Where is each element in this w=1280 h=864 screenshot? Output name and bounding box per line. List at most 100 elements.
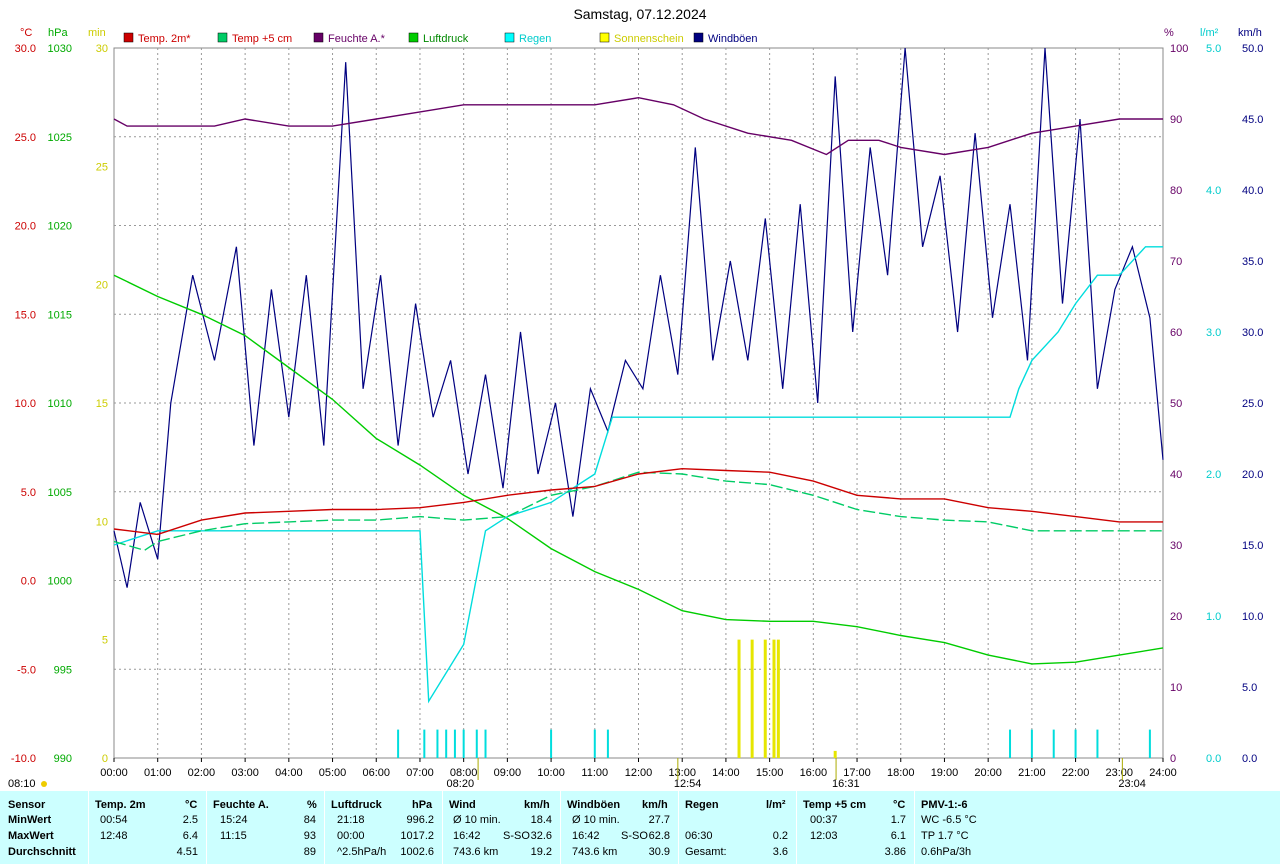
- stats-max-temp-t: 12:48: [100, 830, 128, 842]
- stats-avg-rain-t: Gesamt:: [685, 846, 727, 858]
- stats-header-temp-unit: °C: [185, 799, 198, 811]
- stats-max-hum-v: 93: [303, 830, 316, 842]
- temp-tick: 15.0: [15, 309, 36, 321]
- stats-min-wind-t: Ø 10 min.: [453, 814, 501, 826]
- rain-tick: 1.0: [1206, 611, 1221, 623]
- legend-swatch: [217, 32, 228, 43]
- x-tick-label: 03:00: [231, 767, 259, 779]
- pressure-tick: 990: [54, 753, 72, 765]
- legend-swatch: [693, 32, 704, 43]
- temp-tick: 10.0: [15, 398, 36, 410]
- stats-max-pmv: TP 1.7 °C: [921, 830, 969, 842]
- stats-min-gust-v: 27.7: [648, 814, 670, 826]
- x-tick-label: 11:00: [581, 767, 608, 779]
- legend-label: Feuchte A.*: [328, 33, 386, 45]
- humidity-tick: 10: [1170, 682, 1182, 694]
- stats-header-press-unit: hPa: [412, 799, 433, 811]
- pressure-tick: 1010: [48, 398, 72, 410]
- wind-tick: 35.0: [1242, 256, 1263, 268]
- temp-tick: 20.0: [15, 221, 36, 233]
- stats-min-t5-t: 00:37: [810, 814, 838, 826]
- stats-min-temp-v: 2.5: [182, 814, 198, 826]
- legend-swatch: [123, 32, 134, 43]
- stats-avg-wind-t: 743.6 km: [453, 846, 499, 858]
- stats-min-pmv: WC -6.5 °C: [921, 814, 977, 826]
- stats-header-wind-unit: km/h: [524, 799, 550, 811]
- stats-row-label: MinWert: [8, 814, 52, 826]
- rain-tick: 5.0: [1206, 43, 1221, 55]
- legend-label: Sonnenschein: [614, 33, 684, 45]
- stats-header-t5: Temp +5 cm: [803, 799, 867, 811]
- temp-tick: 0.0: [21, 576, 36, 588]
- stats-max-gust-v: 62.8: [648, 830, 670, 842]
- sunshine-tick: 0: [102, 753, 108, 765]
- legend-label: Temp. 2m*: [138, 33, 191, 45]
- stats-max-press-t: 00:00: [337, 830, 365, 842]
- temp-unit: °C: [20, 27, 32, 39]
- stats-avg-gust-t: 743.6 km: [572, 846, 618, 858]
- stats-min-gust-t: Ø 10 min.: [572, 814, 620, 826]
- humidity-tick: 60: [1170, 327, 1182, 339]
- legend-swatch: [504, 32, 515, 43]
- stats-max-t5-t: 12:03: [810, 830, 838, 842]
- sun-marker-label: 08:10: [8, 778, 36, 790]
- stats-header-rain-unit: l/m²: [766, 799, 786, 811]
- legend-label: Temp +5 cm: [232, 33, 292, 45]
- legend-label: Regen: [519, 33, 551, 45]
- sun-marker-label: 08:20: [447, 778, 475, 790]
- stats-avg-gust-v: 30.9: [648, 846, 670, 858]
- stats-avg-hum-v: 89: [303, 846, 316, 858]
- stats-avg-t5-v: 3.86: [884, 846, 906, 858]
- humidity-tick: 30: [1170, 540, 1182, 552]
- stats-row-label: MaxWert: [8, 830, 54, 842]
- x-tick-label: 00:00: [100, 767, 128, 779]
- stats-max-rain-v: 0.2: [772, 830, 788, 842]
- stats-avg-press-v: 1002.6: [400, 846, 434, 858]
- stats-avg-temp-v: 4.51: [176, 846, 198, 858]
- wind-tick: 0.0: [1242, 753, 1257, 765]
- stats-header-rain: Regen: [685, 799, 719, 811]
- wind-tick: 40.0: [1242, 185, 1263, 197]
- stats-max-wind-d: S-SO: [503, 830, 530, 842]
- x-tick-label: 24:00: [1149, 767, 1177, 779]
- x-tick-label: 14:00: [712, 767, 740, 779]
- x-tick-label: 12:00: [625, 767, 653, 779]
- legend: Temp. 2m* Temp +5 cm Feuchte A.* Luftdruck R…: [123, 32, 758, 45]
- stats-max-t5-v: 6.1: [890, 830, 906, 842]
- legend-swatch: [408, 32, 419, 43]
- x-tick-label: 07:00: [406, 767, 434, 779]
- humidity-tick: 80: [1170, 185, 1182, 197]
- stats-avg-press-t: ^2.5hPa/h: [337, 846, 387, 858]
- stats-row-label: Durchschnitt: [8, 846, 76, 858]
- rain-tick: 3.0: [1206, 327, 1221, 339]
- sunshine-tick: 25: [96, 161, 108, 173]
- rain-unit: l/m²: [1200, 27, 1219, 39]
- stats-header-wind: Wind: [449, 799, 476, 811]
- stats-min-temp-t: 00:54: [100, 814, 128, 826]
- humidity-tick: 90: [1170, 114, 1182, 126]
- x-tick-label: 04:00: [275, 767, 303, 779]
- stats-header-sensor: Sensor: [8, 799, 46, 811]
- stats-avg-wind-v: 19.2: [530, 846, 552, 858]
- humidity-unit: %: [1164, 27, 1174, 39]
- stats-max-wind-t: 16:42: [453, 830, 481, 842]
- sunshine-tick: 30: [96, 43, 108, 55]
- legend-swatch: [599, 32, 610, 43]
- stats-max-press-v: 1017.2: [400, 830, 434, 842]
- temp-tick: -5.0: [17, 664, 36, 676]
- stats-min-t5-v: 1.7: [890, 814, 906, 826]
- wind-tick: 50.0: [1242, 43, 1263, 55]
- sunshine-unit: min: [88, 27, 106, 39]
- stats-max-gust-t: 16:42: [572, 830, 600, 842]
- stats-header-pmv: PMV-1:-6: [921, 799, 968, 811]
- stats-header-temp: Temp. 2m: [95, 799, 146, 811]
- pressure-tick: 1005: [48, 487, 72, 499]
- stats-min-wind-v: 18.4: [530, 814, 552, 826]
- stats-min-hum-t: 15:24: [220, 814, 248, 826]
- legend-label: Luftdruck: [423, 33, 469, 45]
- x-tick-label: 16:00: [800, 767, 828, 779]
- weather-chart: 30.025.020.015.010.05.00.0-5.0-10.010301…: [8, 6, 1263, 790]
- humidity-tick: 40: [1170, 469, 1182, 481]
- stats-min-hum-v: 84: [303, 814, 316, 826]
- stats-header-gust-unit: km/h: [642, 799, 668, 811]
